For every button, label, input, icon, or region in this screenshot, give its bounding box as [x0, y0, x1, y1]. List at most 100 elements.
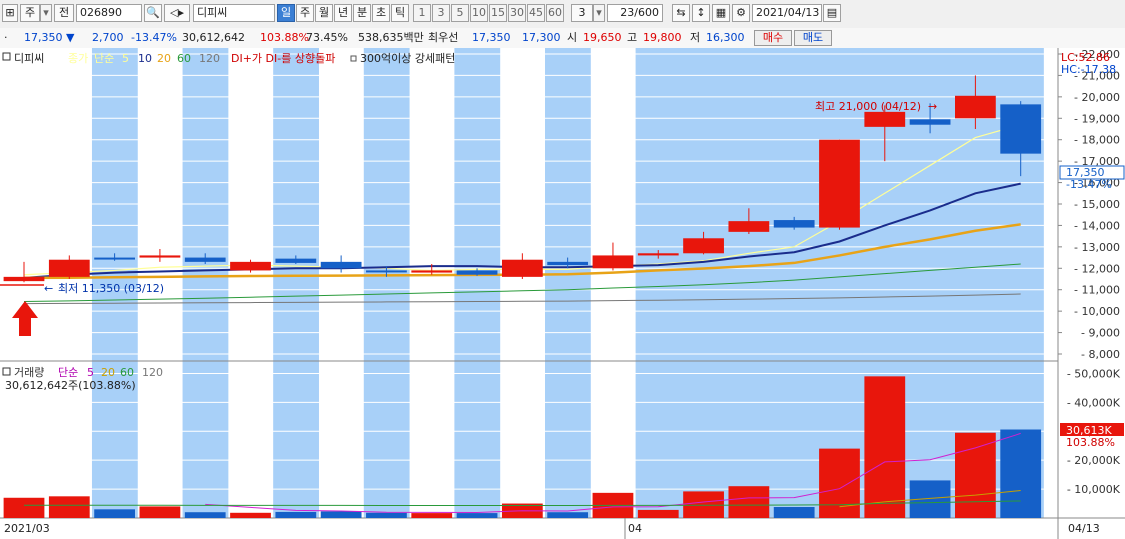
- chevron-down-icon[interactable]: ▾: [593, 4, 605, 22]
- count-field[interactable]: 23/600: [607, 4, 663, 22]
- best-bid: 17,300: [522, 31, 561, 44]
- low-price: 16,300: [706, 31, 745, 44]
- best-label: 최우선: [428, 31, 459, 44]
- candle-body: [728, 221, 770, 232]
- market-type-select[interactable]: 주: [20, 4, 40, 22]
- interval-tab-45[interactable]: 45: [527, 4, 545, 22]
- legend-ma10: 10: [138, 52, 152, 65]
- candle-body: [48, 259, 90, 277]
- chart-image-icon[interactable]: ▦: [712, 4, 730, 22]
- period-tab-6[interactable]: 틱: [391, 4, 409, 22]
- best-ask: 17,350: [472, 31, 511, 44]
- volume-tick-label: - 20,000K: [1067, 454, 1121, 467]
- arrow-left-icon: ←: [44, 282, 53, 295]
- candle-body: [139, 255, 181, 258]
- volume-bar: [139, 506, 181, 518]
- period-tab-1[interactable]: 주: [296, 4, 314, 22]
- interval-tab-3[interactable]: 3: [432, 4, 450, 22]
- menu-icon[interactable]: ·: [4, 28, 12, 48]
- volume-tick-label: - 40,000K: [1067, 396, 1121, 409]
- volume-legend-ma120: 120: [142, 366, 163, 379]
- volume-bar: [1000, 429, 1042, 518]
- interval-tab-5[interactable]: 5: [451, 4, 469, 22]
- period-tab-3[interactable]: 년: [334, 4, 352, 22]
- gear-icon[interactable]: ⚙: [732, 4, 750, 22]
- candle-body: [547, 261, 589, 266]
- low-label: 저: [690, 31, 701, 44]
- volume-bar: [94, 509, 135, 518]
- period-tab-4[interactable]: 분: [353, 4, 371, 22]
- compare-icon[interactable]: ↕: [692, 4, 710, 22]
- candle-body: [683, 238, 724, 254]
- legend-stock-name: 디피씨: [14, 52, 44, 65]
- period-tab-2[interactable]: 월: [315, 4, 333, 22]
- open-label: 시: [567, 31, 578, 44]
- interval-tab-30[interactable]: 30: [508, 4, 526, 22]
- volume-bar: [547, 512, 589, 518]
- price-change-pct: -13.47%: [131, 31, 177, 44]
- open-price: 19,650: [583, 31, 622, 44]
- high-price: 19,800: [643, 31, 682, 44]
- candle-body: [3, 276, 45, 282]
- price-tick-label: - 18,000: [1074, 134, 1120, 147]
- volume-bar: [366, 512, 407, 518]
- volume-legend-ma20: 20: [101, 366, 115, 379]
- chevron-down-icon[interactable]: ▾: [40, 4, 52, 22]
- interval-tab-10[interactable]: 10: [470, 4, 488, 22]
- x-axis-label-start: 2021/03: [4, 522, 50, 535]
- price-tick-label: - 14,000: [1074, 219, 1120, 232]
- volume-bar: [3, 497, 45, 518]
- stock-name-field[interactable]: 디피씨: [193, 4, 275, 22]
- volume-bar: [48, 496, 90, 518]
- candle-body: [864, 111, 906, 127]
- price-tick-label: - 8,000: [1081, 348, 1120, 361]
- candle-body: [94, 257, 135, 260]
- candle-toggle-icon[interactable]: ⇆: [672, 4, 690, 22]
- legend-ma120: 120: [199, 52, 220, 65]
- candle-body: [955, 95, 996, 119]
- legend-ma5: 5: [122, 52, 129, 65]
- candle-body: [773, 220, 815, 228]
- max-price-annotation: 최고 21,000 (04/12): [815, 100, 921, 113]
- candle-body: [230, 261, 271, 271]
- candle-body: [592, 255, 634, 269]
- interval-tab-15[interactable]: 15: [489, 4, 507, 22]
- interval-tab-1[interactable]: 1: [413, 4, 431, 22]
- grid-icon[interactable]: ⊞: [2, 4, 18, 22]
- search-icon[interactable]: 🔍: [144, 4, 162, 22]
- interval-select[interactable]: 3: [571, 4, 593, 22]
- x-axis-label-mid: 04: [628, 522, 642, 535]
- legend-simple-label: 단순: [94, 52, 114, 65]
- price-tick-label: - 13,000: [1074, 241, 1120, 254]
- prev-button[interactable]: 전: [54, 4, 74, 22]
- period-tab-5[interactable]: 초: [372, 4, 390, 22]
- legend-signal-di: DI+가 DI-를 상향돌파: [231, 52, 335, 65]
- volume-bar: [637, 509, 679, 518]
- interval-tab-60[interactable]: 60: [546, 4, 564, 22]
- high-label: 고: [627, 31, 638, 44]
- candle-body: [411, 270, 453, 273]
- sell-button[interactable]: 매도: [794, 30, 832, 46]
- volume-bar: [456, 513, 498, 518]
- buy-button[interactable]: 매수: [754, 30, 792, 46]
- candle-body: [1000, 104, 1042, 154]
- price-tick-label: - 9,000: [1081, 327, 1120, 340]
- price-tick-label: - 11,000: [1074, 284, 1120, 297]
- x-axis-label-end: 04/13: [1068, 522, 1100, 535]
- volume-bar: [275, 511, 317, 518]
- date-field[interactable]: 2021/04/13: [752, 4, 822, 22]
- volume-legend-title: 거래량: [14, 366, 44, 379]
- turnover: 73.45%: [306, 31, 348, 44]
- candle-body: [184, 257, 226, 262]
- stock-chart[interactable]: - 8,000 - 9,000 - 10,000 - 11,000 - 12,000 - …: [0, 48, 1125, 539]
- candle-body: [366, 270, 407, 273]
- calendar-icon[interactable]: ▤: [823, 4, 841, 22]
- speaker-icon[interactable]: ◁▸: [164, 4, 190, 22]
- candle-body: [320, 261, 362, 269]
- stock-code-input[interactable]: 026890: [76, 4, 142, 22]
- volume-tick-label: - 10,000K: [1067, 483, 1121, 496]
- price-tick-label: - 20,000: [1074, 91, 1120, 104]
- legend-signal-pattern: 300억이상 강세패턴: [360, 52, 455, 65]
- volume: 30,612,642: [182, 31, 245, 44]
- period-tab-0[interactable]: 일: [277, 4, 295, 22]
